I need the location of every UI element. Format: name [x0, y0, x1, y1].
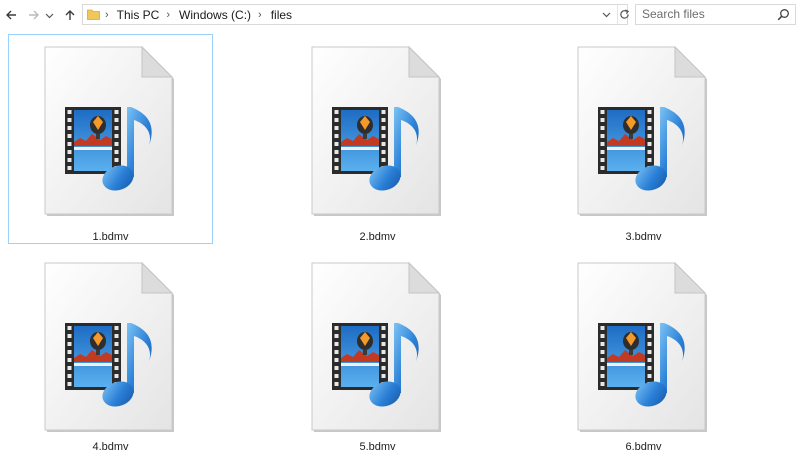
chevron-down-icon — [602, 12, 610, 18]
up-button[interactable] — [61, 6, 79, 24]
search-input[interactable]: Search files — [635, 4, 796, 25]
file-name: 2.bdmv — [359, 231, 396, 243]
search-icon[interactable] — [777, 8, 790, 21]
breadcrumb-separator: › — [105, 8, 109, 21]
file-tile-6[interactable]: 6.bdmv — [541, 250, 746, 460]
breadcrumb-files[interactable]: files — [271, 8, 292, 22]
file-name: 5.bdmv — [359, 441, 396, 453]
forward-button[interactable] — [25, 6, 43, 24]
bdmv-file-icon — [575, 260, 708, 432]
file-name: 6.bdmv — [625, 441, 662, 453]
bdmv-file-icon — [42, 260, 175, 432]
address-history-button[interactable] — [600, 5, 612, 24]
file-tile-2[interactable]: 2.bdmv — [275, 34, 480, 244]
breadcrumb-windows-c[interactable]: Windows (C:) — [179, 8, 251, 22]
forward-arrow-icon — [29, 10, 39, 20]
refresh-icon — [619, 9, 629, 19]
refresh-button[interactable] — [617, 5, 630, 24]
file-tile-5[interactable]: 5.bdmv — [275, 250, 480, 460]
file-name: 4.bdmv — [92, 441, 129, 453]
folder-icon — [87, 9, 100, 20]
search-placeholder: Search files — [642, 7, 705, 21]
bdmv-file-icon — [309, 260, 442, 432]
file-tile-3[interactable]: 3.bdmv — [541, 34, 746, 244]
navigation-bar: › This PC › Windows (C:) › files Search … — [0, 0, 800, 30]
recent-locations-button[interactable] — [43, 6, 55, 24]
file-name: 3.bdmv — [625, 231, 662, 243]
back-button[interactable] — [2, 6, 20, 24]
file-tile-4[interactable]: 4.bdmv — [8, 250, 213, 460]
up-arrow-icon — [65, 10, 75, 20]
address-bar[interactable]: › This PC › Windows (C:) › files — [82, 4, 630, 25]
breadcrumb-separator: › — [166, 8, 171, 21]
breadcrumb-this-pc[interactable]: This PC — [117, 8, 160, 22]
file-tile-1[interactable]: 1.bdmv — [8, 34, 213, 244]
bdmv-file-icon — [575, 44, 708, 216]
chevron-down-icon — [45, 13, 53, 18]
bdmv-file-icon — [42, 44, 175, 216]
breadcrumb-separator: › — [258, 8, 262, 21]
back-arrow-icon — [6, 10, 16, 20]
breadcrumb: › This PC › Windows (C:) › files — [105, 5, 292, 24]
bdmv-file-icon — [309, 44, 442, 216]
file-name: 1.bdmv — [92, 231, 129, 243]
